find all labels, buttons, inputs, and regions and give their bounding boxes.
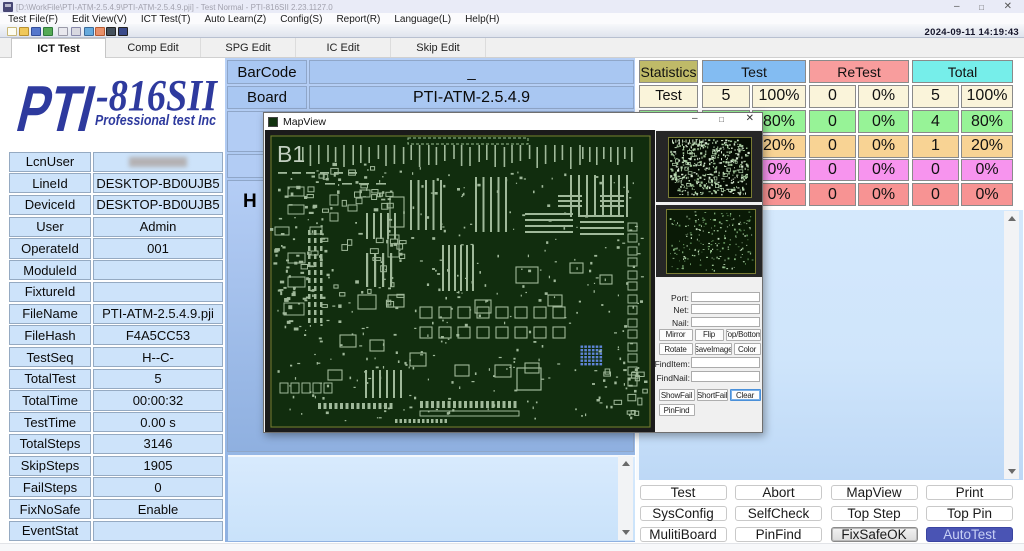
- svg-text:Professional test Inc: Professional test Inc: [95, 112, 217, 129]
- svg-text:PTI: PTI: [10, 72, 102, 145]
- svg-text:B1: B1: [277, 141, 305, 167]
